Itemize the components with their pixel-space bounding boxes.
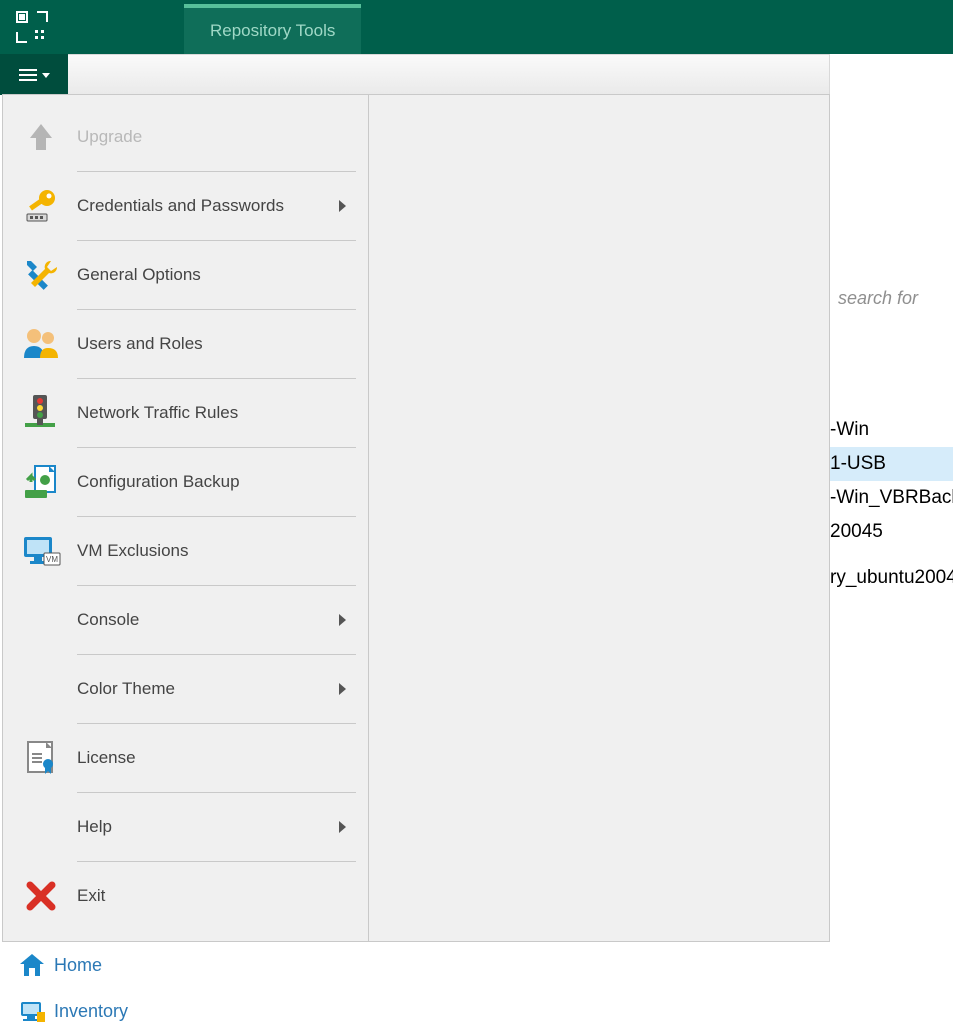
main-menu-button[interactable] xyxy=(0,54,68,95)
exit-icon xyxy=(24,879,58,913)
chevron-down-icon xyxy=(42,73,50,78)
qr-app-icon xyxy=(15,10,49,44)
nav-item-inventory[interactable]: Inventory xyxy=(10,988,128,1034)
list-item[interactable]: -Win xyxy=(830,413,953,447)
menu-item-license[interactable]: License xyxy=(3,724,368,792)
menu-item-configuration-backup[interactable]: Configuration Backup xyxy=(3,448,368,516)
menu-item-color-theme[interactable]: Color Theme xyxy=(3,655,368,723)
main-menu-dropdown: Upgrade Credentials and Passwords Genera… xyxy=(2,94,830,942)
vm-icon: VM xyxy=(20,531,62,571)
app-logo xyxy=(0,0,64,54)
menu-item-credentials[interactable]: Credentials and Passwords xyxy=(3,172,368,240)
svg-text:VM: VM xyxy=(46,555,58,564)
chevron-right-icon xyxy=(339,614,346,626)
menu-item-exit[interactable]: Exit xyxy=(3,862,368,930)
menu-item-network-traffic[interactable]: Network Traffic Rules xyxy=(3,379,368,447)
background-list-panel: search for -Win 1-USB -Win_VBRBack 20045… xyxy=(830,280,953,595)
search-input[interactable]: search for xyxy=(830,280,953,349)
menu-item-label: Network Traffic Rules xyxy=(67,403,368,423)
nav-item-label: Inventory xyxy=(54,1001,128,1022)
menu-item-label: Help xyxy=(67,817,339,837)
nav-item-label: Home xyxy=(54,955,102,976)
inventory-icon xyxy=(17,996,47,1026)
users-icon xyxy=(20,324,62,364)
menubar xyxy=(0,54,953,95)
ribbon-bar: Repository Tools xyxy=(0,0,953,54)
tools-icon xyxy=(21,255,61,295)
menu-item-users-roles[interactable]: Users and Roles xyxy=(3,310,368,378)
menu-item-help[interactable]: Help xyxy=(3,793,368,861)
menu-item-label: Credentials and Passwords xyxy=(67,196,339,216)
menu-item-label: General Options xyxy=(67,265,368,285)
menu-item-label: Console xyxy=(67,610,339,630)
toolbar-empty xyxy=(68,54,830,95)
main-menu-list: Upgrade Credentials and Passwords Genera… xyxy=(3,95,369,941)
license-icon xyxy=(22,738,60,778)
menu-item-label: Exit xyxy=(67,886,368,906)
chevron-right-icon xyxy=(339,821,346,833)
menu-item-label: Upgrade xyxy=(67,127,368,147)
menu-item-label: Configuration Backup xyxy=(67,472,368,492)
list-item[interactable]: ry_ubuntu2004 xyxy=(830,561,953,595)
nav-item-home[interactable]: Home xyxy=(10,942,128,988)
hamburger-icon xyxy=(19,66,37,84)
menu-item-general-options[interactable]: General Options xyxy=(3,241,368,309)
tab-label: Repository Tools xyxy=(210,21,335,41)
menu-item-label: Users and Roles xyxy=(67,334,368,354)
menu-item-label: Color Theme xyxy=(67,679,339,699)
key-icon xyxy=(21,186,61,226)
menu-item-upgrade: Upgrade xyxy=(3,103,368,171)
tab-repository-tools[interactable]: Repository Tools xyxy=(184,4,361,54)
config-backup-icon xyxy=(21,462,61,502)
chevron-right-icon xyxy=(339,200,346,212)
menu-item-vm-exclusions[interactable]: VM VM Exclusions xyxy=(3,517,368,585)
menu-item-label: VM Exclusions xyxy=(67,541,368,561)
home-icon xyxy=(17,950,47,980)
chevron-right-icon xyxy=(339,683,346,695)
list-item[interactable]: 20045 xyxy=(830,515,953,549)
navigation-panel: Home Inventory xyxy=(10,942,128,1034)
menu-item-console[interactable]: Console xyxy=(3,586,368,654)
main-menu-submenu-panel xyxy=(369,95,829,941)
list-item[interactable]: -Win_VBRBack xyxy=(830,481,953,515)
menu-item-label: License xyxy=(67,748,368,768)
list-item[interactable]: 1-USB xyxy=(830,447,953,481)
upgrade-icon xyxy=(22,118,60,156)
traffic-icon xyxy=(21,393,61,433)
list-item[interactable] xyxy=(830,549,953,561)
